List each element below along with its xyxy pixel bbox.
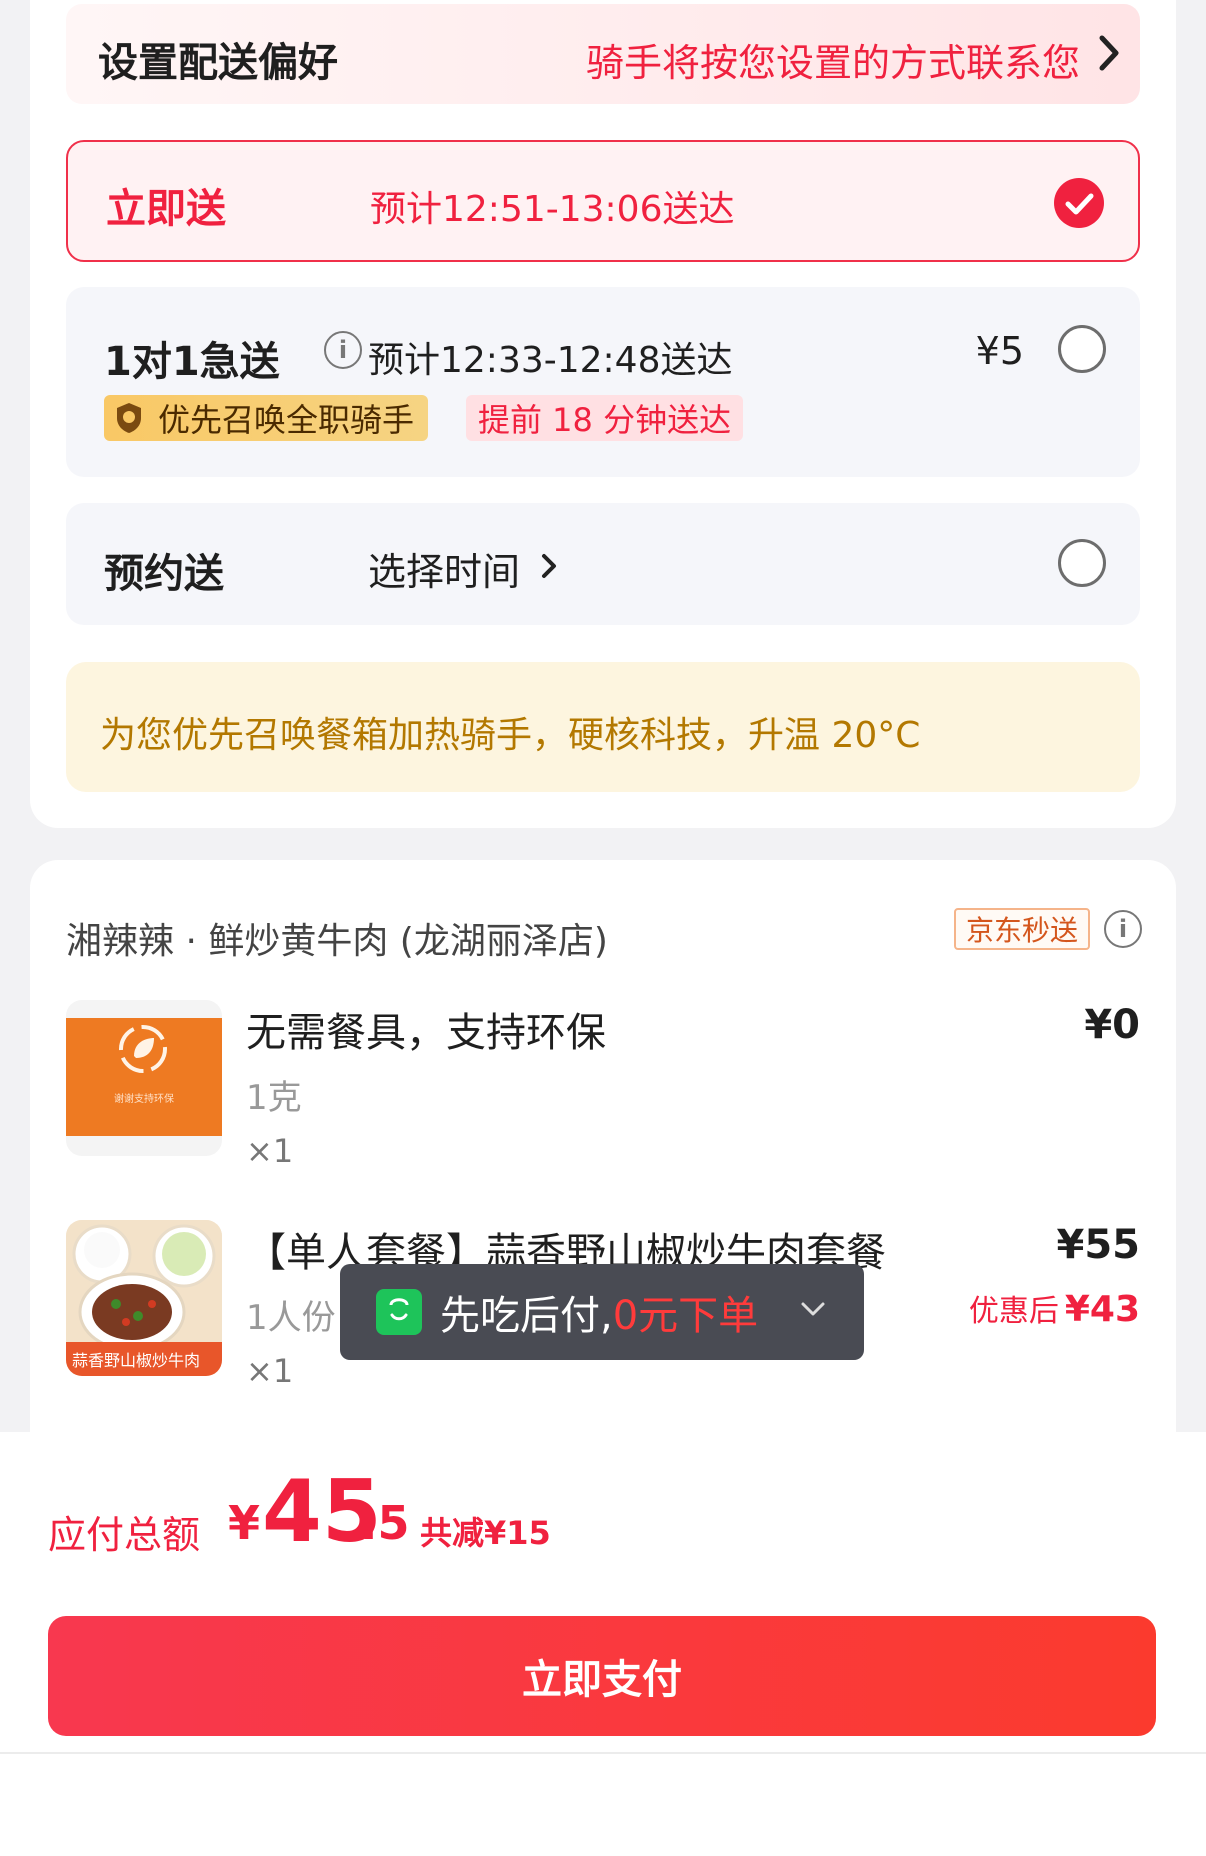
info-icon[interactable]: i <box>324 331 362 369</box>
meal-thumbnail: 蒜香野山椒炒牛肉 <box>66 1220 222 1376</box>
delivery-preference-hint: 骑手将按您设置的方式联系您 <box>585 41 1080 85</box>
discount-price: ¥43 <box>1064 1289 1140 1330</box>
heat-notice: 为您优先召唤餐箱加热骑手，硬核科技，升温 20°C <box>66 662 1140 792</box>
eco-thumbnail-caption: 谢谢支持环保 <box>114 1094 174 1105</box>
option-now-title: 立即送 <box>106 186 226 232</box>
option-express-price: ¥5 <box>975 329 1024 373</box>
discount-label: 优惠后 <box>968 1294 1059 1329</box>
info-icon[interactable]: i <box>1104 910 1142 948</box>
delivery-preference-row[interactable]: 设置配送偏好 骑手将按您设置的方式联系您 <box>66 4 1140 104</box>
option-express-radio[interactable] <box>1058 325 1106 373</box>
heat-notice-text: 为您优先召唤餐箱加热骑手，硬核科技，升温 20°C <box>100 715 921 756</box>
order-card: 湘辣辣 · 鲜炒黄牛肉 (龙湖丽泽店) 京东秒送 i 谢谢支持环保 无需餐具，支… <box>30 860 1176 1460</box>
item-spec: 1人份 <box>246 1298 336 1338</box>
delivery-preference-label: 设置配送偏好 <box>98 40 338 86</box>
option-scheduled[interactable]: 预约送 选择时间 <box>66 503 1140 625</box>
item-discount: 优惠后 ¥43 <box>969 1286 1140 1330</box>
toast-text-prefix: 先吃后付, <box>440 1293 613 1339</box>
option-express-eta: 预计12:33-12:48送达 <box>368 340 733 381</box>
item-spec: 1克 <box>246 1078 302 1118</box>
chevron-right-icon <box>1099 35 1119 71</box>
shield-icon <box>117 403 141 433</box>
toast-text-highlight: 0元下单 <box>612 1293 759 1339</box>
checkout-footer: 应付总额 ¥ 45 .5 共减¥15 立即支付 <box>0 1432 1206 1752</box>
shopping-bag-icon <box>376 1289 422 1335</box>
item-price: ¥55 <box>1056 1222 1141 1268</box>
item-price: ¥0 <box>1084 1002 1140 1048</box>
store-tag: 京东秒送 <box>954 908 1091 950</box>
chevron-right-icon <box>542 554 556 578</box>
early-badge: 提前 18 分钟送达 <box>466 395 744 441</box>
option-scheduled-radio[interactable] <box>1058 539 1106 587</box>
pay-now-button[interactable]: 立即支付 <box>48 1616 1156 1736</box>
eco-thumbnail: 谢谢支持环保 <box>66 1000 222 1156</box>
meal-image: 蒜香野山椒炒牛肉 <box>66 1220 222 1376</box>
item-qty: ×1 <box>246 1352 294 1390</box>
bottom-safe-area <box>0 1754 1206 1856</box>
option-deliver-now[interactable]: 立即送 预计12:51-13:06送达 <box>66 140 1140 262</box>
meal-caption: 蒜香野山椒炒牛肉 <box>72 1351 200 1370</box>
total-amount-dec: .5 <box>360 1496 410 1550</box>
recycle-leaf-icon <box>119 1025 167 1073</box>
total-label: 应付总额 <box>48 1513 201 1557</box>
delivery-card: 设置配送偏好 骑手将按您设置的方式联系您 立即送 预计12:51-13:06送达… <box>30 0 1176 828</box>
item-name: 无需餐具，支持环保 <box>246 1010 606 1056</box>
option-express[interactable]: 1对1急送 i 预计12:33-12:48送达 ¥5 优先召唤全职骑手 提前 1… <box>66 287 1140 477</box>
option-now-eta: 预计12:51-13:06送达 <box>370 189 735 230</box>
store-name[interactable]: 湘辣辣 · 鲜炒黄牛肉 (龙湖丽泽店) <box>66 912 608 964</box>
checkmark-icon[interactable] <box>1054 178 1104 228</box>
item-qty: ×1 <box>246 1132 294 1170</box>
total-saved[interactable]: 共减¥15 <box>420 1508 551 1554</box>
toast-text: 先吃后付,0元下单 <box>440 1283 758 1341</box>
option-express-title: 1对1急送 <box>104 339 280 385</box>
rider-badge: 优先召唤全职骑手 <box>104 395 429 441</box>
rider-badge-label: 优先召唤全职骑手 <box>158 401 415 439</box>
pay-later-toast[interactable]: 先吃后付,0元下单 <box>340 1264 864 1360</box>
chevron-down-icon[interactable] <box>798 1298 828 1320</box>
option-scheduled-title: 预约送 <box>104 551 224 597</box>
total-currency: ¥ <box>228 1496 261 1550</box>
select-time-link[interactable]: 选择时间 <box>368 541 520 596</box>
